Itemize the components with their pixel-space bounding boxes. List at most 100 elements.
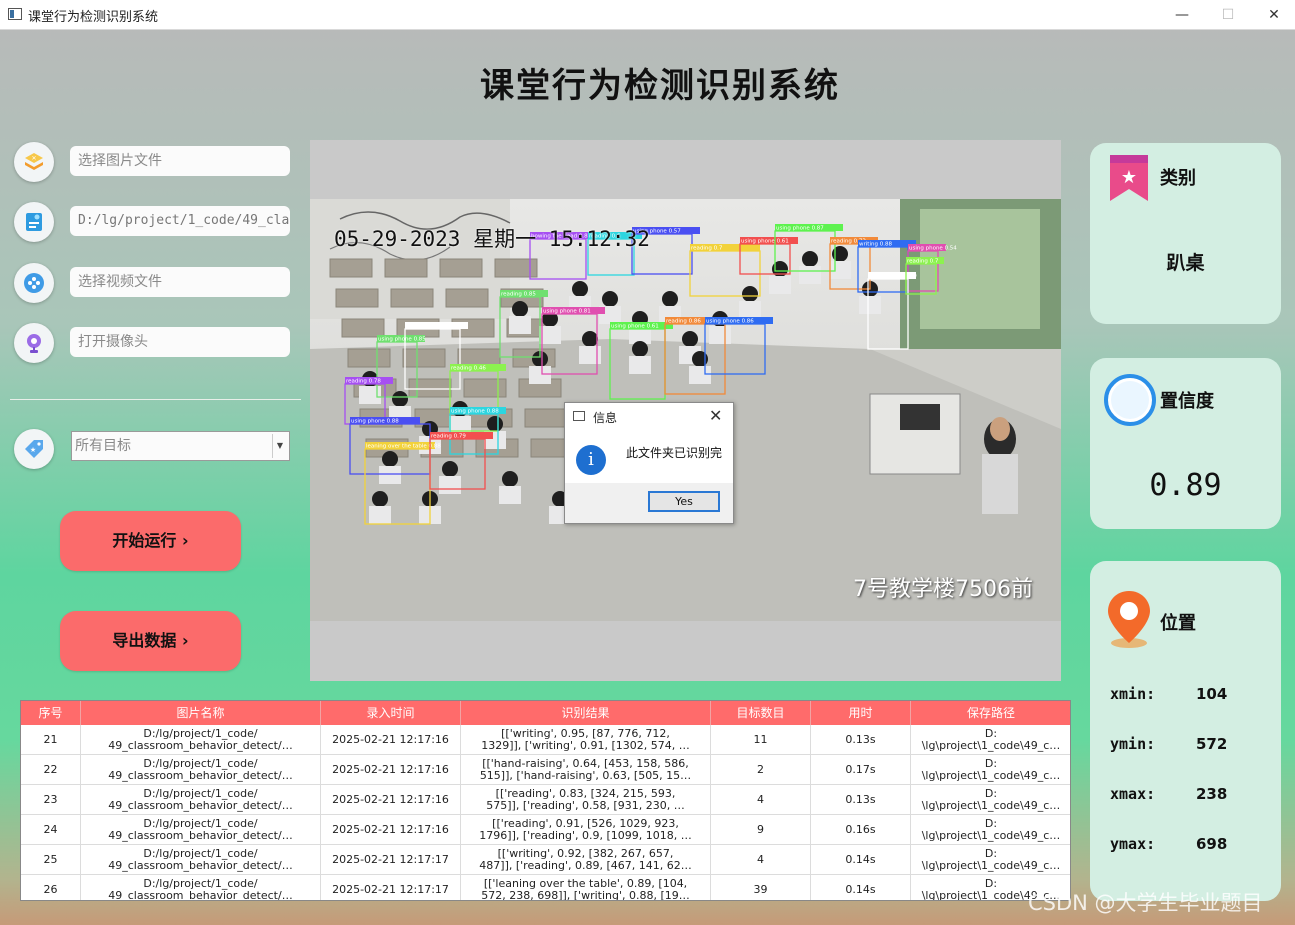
cell-save-path-line: \lg\project\1_code\49_c…: [921, 860, 1061, 872]
xmin-label: xmin:: [1110, 685, 1156, 703]
cell-index: 22: [21, 755, 81, 785]
header-duration[interactable]: 用时: [811, 701, 911, 725]
detection-label: using phone 0.61: [611, 324, 659, 330]
video-file-input[interactable]: 选择视频文件: [70, 267, 290, 297]
student-body: [359, 386, 381, 404]
dialog-close-icon[interactable]: ✕: [709, 406, 722, 425]
xmax-value: 238: [1196, 785, 1228, 803]
header-image-name[interactable]: 图片名称: [81, 701, 321, 725]
desk: [439, 258, 483, 278]
cell-save-path-line: D:: [984, 848, 998, 860]
cell-count: 39: [711, 875, 811, 900]
cell-image-name-line: D:/lg/project/1_code/: [143, 848, 258, 860]
left-divider: [10, 399, 301, 400]
cell-image-name: D:/lg/project/1_code/49_classroom_behavi…: [81, 725, 321, 755]
cell-save-path-line: D:: [984, 728, 998, 740]
results-table[interactable]: 序号 图片名称 录入时间 识别结果 目标数目 用时 保存路径 21 D:/lg/p…: [20, 700, 1071, 901]
window-title: 课堂行为检测识别系统: [28, 10, 159, 25]
cell-save-path: D: \lg\project\1_code\49_c…: [911, 845, 1070, 875]
cell-result-line: [['hand-raising', 0.64, [453, 158, 586,: [482, 758, 689, 770]
cell-image-name-line: D:/lg/project/1_code/: [143, 818, 258, 830]
cell-duration-line: 0.14s: [845, 853, 876, 866]
chevron-down-icon[interactable]: ▼: [272, 434, 287, 458]
header-count[interactable]: 目标数目: [711, 701, 811, 725]
start-button[interactable]: 开始运行 ›: [60, 511, 241, 571]
desk: [335, 288, 379, 308]
category-label: 类别: [1160, 168, 1196, 189]
category-card: ★ 类别 趴桌: [1090, 143, 1281, 324]
detection-label: reading 0.7: [907, 259, 939, 265]
svg-text:★: ★: [1121, 167, 1137, 188]
cell-entry-time: 2025-02-21 12:17:17: [321, 845, 461, 875]
table-row[interactable]: 24 D:/lg/project/1_code/49_classroom_beha…: [21, 815, 1070, 845]
cell-result-line: 575]], ['reading', 0.58, [931, 230, …: [486, 800, 685, 812]
cell-image-name-line: D:/lg/project/1_code/: [143, 878, 258, 890]
table-row[interactable]: 26 D:/lg/project/1_code/49_classroom_beha…: [21, 875, 1070, 901]
camera-icon[interactable]: [14, 323, 54, 363]
cell-index-line: 25: [43, 853, 58, 866]
student-head: [382, 451, 398, 467]
yes-button[interactable]: Yes: [648, 491, 720, 512]
desk: [524, 408, 568, 428]
image-file-input[interactable]: 选择图片文件: [70, 146, 290, 176]
header-entry-time[interactable]: 录入时间: [321, 701, 461, 725]
cell-count: 4: [711, 785, 811, 815]
export-button[interactable]: 导出数据 ›: [60, 611, 241, 671]
cell-save-path-line: \lg\project\1_code\49_c…: [921, 830, 1061, 842]
minimize-button[interactable]: —: [1159, 3, 1205, 27]
xmax-label: xmax:: [1110, 785, 1156, 803]
cell-index-line: 26: [43, 883, 58, 896]
cell-count: 11: [711, 725, 811, 755]
table-row[interactable]: 25 D:/lg/project/1_code/49_classroom_beha…: [21, 845, 1070, 875]
detection-label: using phone 0.88: [351, 419, 399, 425]
cell-image-name: D:/lg/project/1_code/49_classroom_behavi…: [81, 815, 321, 845]
detection-label: using phone 0.54: [909, 246, 957, 252]
location-pin-icon: [1108, 591, 1150, 648]
detection-label: reading 0.78: [346, 379, 381, 385]
cell-entry-time-line: 2025-02-21 12:17:17: [332, 853, 449, 866]
dialog-message: 此文件夹已识别完: [626, 446, 723, 460]
header-result[interactable]: 识别结果: [461, 701, 711, 725]
dialog-body: i 此文件夹已识别完: [565, 429, 733, 483]
detection-label: reading 0.86: [666, 319, 701, 325]
student-head: [662, 291, 678, 307]
header-index[interactable]: 序号: [21, 701, 81, 725]
table-row[interactable]: 23 D:/lg/project/1_code/49_classroom_beha…: [21, 785, 1070, 815]
close-button[interactable]: ✕: [1251, 3, 1295, 27]
cell-save-path-line: \lg\project\1_code\49_c…: [921, 740, 1061, 752]
timestamp-overlay: 05-29-2023 星期一 15:12:32: [334, 227, 650, 251]
student-head: [442, 461, 458, 477]
maximize-button[interactable]: ☐: [1205, 3, 1251, 27]
target-select[interactable]: 所有目标 ▼: [71, 431, 290, 461]
cell-duration: 0.13s: [811, 785, 911, 815]
desk: [329, 258, 373, 278]
xmax-row: xmax: 238: [1110, 785, 1227, 803]
page-title: 课堂行为检测识别系统: [480, 66, 840, 106]
xmin-row: xmin: 104: [1110, 685, 1227, 703]
cell-image-name-line: 49_classroom_behavior_detect/…: [108, 800, 293, 812]
cell-duration: 0.16s: [811, 815, 911, 845]
cell-result: [['reading', 0.91, [526, 1029, 923, 1796]…: [461, 815, 711, 845]
desk: [494, 258, 538, 278]
header-save-path[interactable]: 保存路径: [911, 701, 1070, 725]
folder-path-input[interactable]: D:/lg/project/1_code/49_classroom_behavi…: [70, 206, 290, 236]
image-file-icon[interactable]: ✕: [14, 142, 54, 182]
cell-result-line: [['writing', 0.95, [87, 776, 712,: [501, 728, 670, 740]
bookmark-star-icon: ★: [1110, 155, 1148, 201]
folder-icon[interactable]: [14, 202, 54, 242]
svg-text:✕: ✕: [31, 155, 36, 162]
video-file-icon[interactable]: [14, 263, 54, 303]
watermark: CSDN @大学生毕业题目: [1028, 891, 1263, 915]
cell-entry-time: 2025-02-21 12:17:16: [321, 815, 461, 845]
cell-count: 4: [711, 845, 811, 875]
cell-image-name-line: 49_classroom_behavior_detect/…: [108, 890, 293, 901]
cell-index: 21: [21, 725, 81, 755]
detection-label: reading 0.46: [451, 366, 486, 372]
cell-image-name-line: D:/lg/project/1_code/: [143, 788, 258, 800]
desk: [402, 348, 446, 368]
info-dialog: 信息 ✕ i 此文件夹已识别完 Yes: [564, 402, 734, 524]
table-row[interactable]: 21 D:/lg/project/1_code/49_classroom_beha…: [21, 725, 1070, 755]
camera-input[interactable]: 打开摄像头: [70, 327, 290, 357]
table-row[interactable]: 22 D:/lg/project/1_code/49_classroom_beha…: [21, 755, 1070, 785]
window-titlebar: 课堂行为检测识别系统 — ☐ ✕: [0, 0, 1295, 30]
